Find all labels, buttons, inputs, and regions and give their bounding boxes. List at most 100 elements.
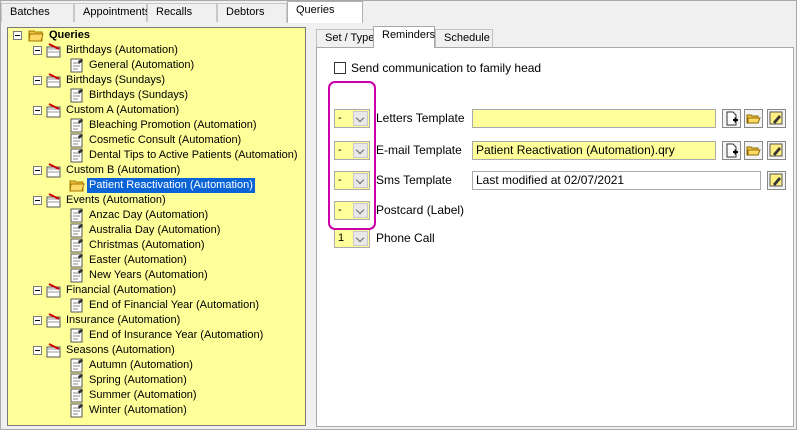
sms-template-field[interactable]: Last modified at 02/07/2021	[472, 171, 761, 190]
tree-item-label: Patient Reactivation (Automation)	[87, 178, 255, 193]
tree-group[interactable]: Insurance (Automation)	[8, 313, 298, 328]
query-group-icon	[46, 343, 61, 358]
tab-reminders[interactable]: Reminders	[373, 26, 435, 48]
tree-item[interactable]: Summer (Automation)	[8, 388, 298, 403]
family-head-label: Send communication to family head	[351, 61, 542, 75]
tree-item-label: Dental Tips to Active Patients (Automati…	[89, 149, 298, 161]
phone-call-count-dropdown[interactable]: 1	[334, 229, 370, 248]
tree-item[interactable]: Birthdays (Sundays)	[8, 88, 298, 103]
tree-item-label: Anzac Day (Automation)	[89, 209, 209, 221]
family-head-checkbox[interactable]	[334, 62, 346, 74]
collapse-icon[interactable]	[33, 286, 42, 295]
tree-item-label: Birthdays (Sundays)	[89, 89, 189, 101]
new-document-icon	[726, 111, 738, 126]
tab-debtors[interactable]: Debtors	[217, 3, 287, 22]
tree-item[interactable]: Spring (Automation)	[8, 373, 298, 388]
query-doc-icon	[70, 118, 83, 133]
tree-group[interactable]: Financial (Automation)	[8, 283, 298, 298]
tree-group[interactable]: Birthdays (Sundays)	[8, 73, 298, 88]
collapse-icon[interactable]	[33, 316, 42, 325]
tree-item-label: New Years (Automation)	[89, 269, 208, 281]
tree-group[interactable]: Events (Automation)	[8, 193, 298, 208]
letters-template-field[interactable]	[472, 109, 716, 128]
tree-item[interactable]: Winter (Automation)	[8, 403, 298, 418]
letters-template-label: Letters Template	[376, 111, 465, 125]
query-doc-icon	[70, 358, 83, 373]
tab-batches[interactable]: Batches	[1, 3, 74, 22]
reminders-content: Send communication to family head - Lett…	[316, 47, 794, 427]
email-template-field[interactable]: Patient Reactivation (Automation).qry	[472, 141, 716, 160]
tree-group-label: Birthdays (Automation)	[66, 44, 178, 56]
collapse-icon[interactable]	[13, 31, 22, 40]
edit-document-icon	[769, 173, 783, 187]
tree-group-label: Custom B (Automation)	[66, 164, 181, 176]
tree-item-label: Spring (Automation)	[89, 374, 187, 386]
open-folder-button[interactable]	[744, 141, 763, 160]
tree-group-label: Insurance (Automation)	[66, 314, 181, 326]
tree-item-label: General (Automation)	[89, 59, 195, 71]
query-group-icon	[46, 313, 61, 328]
tree-item-label: Autumn (Automation)	[89, 359, 193, 371]
query-doc-icon	[70, 298, 83, 313]
tab-recalls[interactable]: Recalls	[147, 3, 217, 22]
tree-item-label: Summer (Automation)	[89, 389, 197, 401]
edit-document-button[interactable]	[767, 109, 786, 128]
collapse-icon[interactable]	[33, 196, 42, 205]
query-doc-icon	[70, 373, 83, 388]
query-tree[interactable]: Queries Birthdays (Automation) General (…	[7, 27, 306, 426]
edit-sms-button[interactable]	[767, 171, 786, 190]
query-details-panel: Set / Type Reminders Schedule Send commu…	[312, 24, 796, 429]
open-folder-button[interactable]	[744, 109, 763, 128]
tree-group[interactable]: Custom B (Automation)	[8, 163, 298, 178]
window: Batches Appointments Recalls Debtors Que…	[0, 0, 797, 430]
collapse-icon[interactable]	[33, 46, 42, 55]
tab-appointments[interactable]: Appointments	[74, 3, 150, 22]
email-template-label: E-mail Template	[376, 143, 462, 157]
tab-queries[interactable]: Queries	[287, 1, 363, 23]
collapse-icon[interactable]	[33, 76, 42, 85]
query-doc-icon	[70, 388, 83, 403]
folder-open-icon	[28, 30, 44, 42]
chevron-down-icon[interactable]	[353, 231, 368, 246]
edit-document-button[interactable]	[767, 141, 786, 160]
query-group-icon	[46, 283, 61, 298]
tree-group[interactable]: Seasons (Automation)	[8, 343, 298, 358]
collapse-icon[interactable]	[33, 346, 42, 355]
query-group-icon	[46, 43, 61, 58]
tab-schedule[interactable]: Schedule	[435, 29, 493, 48]
query-doc-icon	[70, 328, 83, 343]
phone-call-label: Phone Call	[376, 231, 435, 245]
tree-item[interactable]: Cosmetic Consult (Automation)	[8, 133, 298, 148]
top-tab-strip: Batches Appointments Recalls Debtors Que…	[1, 1, 796, 23]
tree-group-label: Birthdays (Sundays)	[66, 74, 166, 86]
open-folder-icon	[746, 146, 761, 156]
new-document-button[interactable]	[722, 109, 741, 128]
tree-item[interactable]: Bleaching Promotion (Automation)	[8, 118, 298, 133]
new-document-button[interactable]	[722, 141, 741, 160]
query-doc-icon	[70, 133, 83, 148]
collapse-icon[interactable]	[33, 106, 42, 115]
tree-item[interactable]: Anzac Day (Automation)	[8, 208, 298, 223]
tab-set-type[interactable]: Set / Type	[316, 29, 374, 48]
tree-item[interactable]: Dental Tips to Active Patients (Automati…	[8, 148, 298, 163]
tree-item[interactable]: End of Financial Year (Automation)	[8, 298, 298, 313]
tree-group-label: Custom A (Automation)	[66, 104, 180, 116]
query-doc-icon	[70, 253, 83, 268]
tree-group-label: Seasons (Automation)	[66, 344, 175, 356]
collapse-icon[interactable]	[33, 166, 42, 175]
tree-item[interactable]: General (Automation)	[8, 58, 298, 73]
tree-item-selected[interactable]: Patient Reactivation (Automation)	[8, 178, 298, 193]
tree-item[interactable]: Australia Day (Automation)	[8, 223, 298, 238]
tree-item[interactable]: End of Insurance Year (Automation)	[8, 328, 298, 343]
tree-item[interactable]: Easter (Automation)	[8, 253, 298, 268]
postcard-label: Postcard (Label)	[376, 203, 465, 217]
tree-item-label: End of Insurance Year (Automation)	[89, 329, 264, 341]
dropdown-highlight-annotation	[328, 81, 376, 230]
tree-item[interactable]: Autumn (Automation)	[8, 358, 298, 373]
query-group-icon	[46, 193, 61, 208]
tree-root[interactable]: Queries	[8, 28, 298, 43]
tree-item[interactable]: New Years (Automation)	[8, 268, 298, 283]
tree-group[interactable]: Custom A (Automation)	[8, 103, 298, 118]
tree-item[interactable]: Christmas (Automation)	[8, 238, 298, 253]
tree-group[interactable]: Birthdays (Automation)	[8, 43, 298, 58]
